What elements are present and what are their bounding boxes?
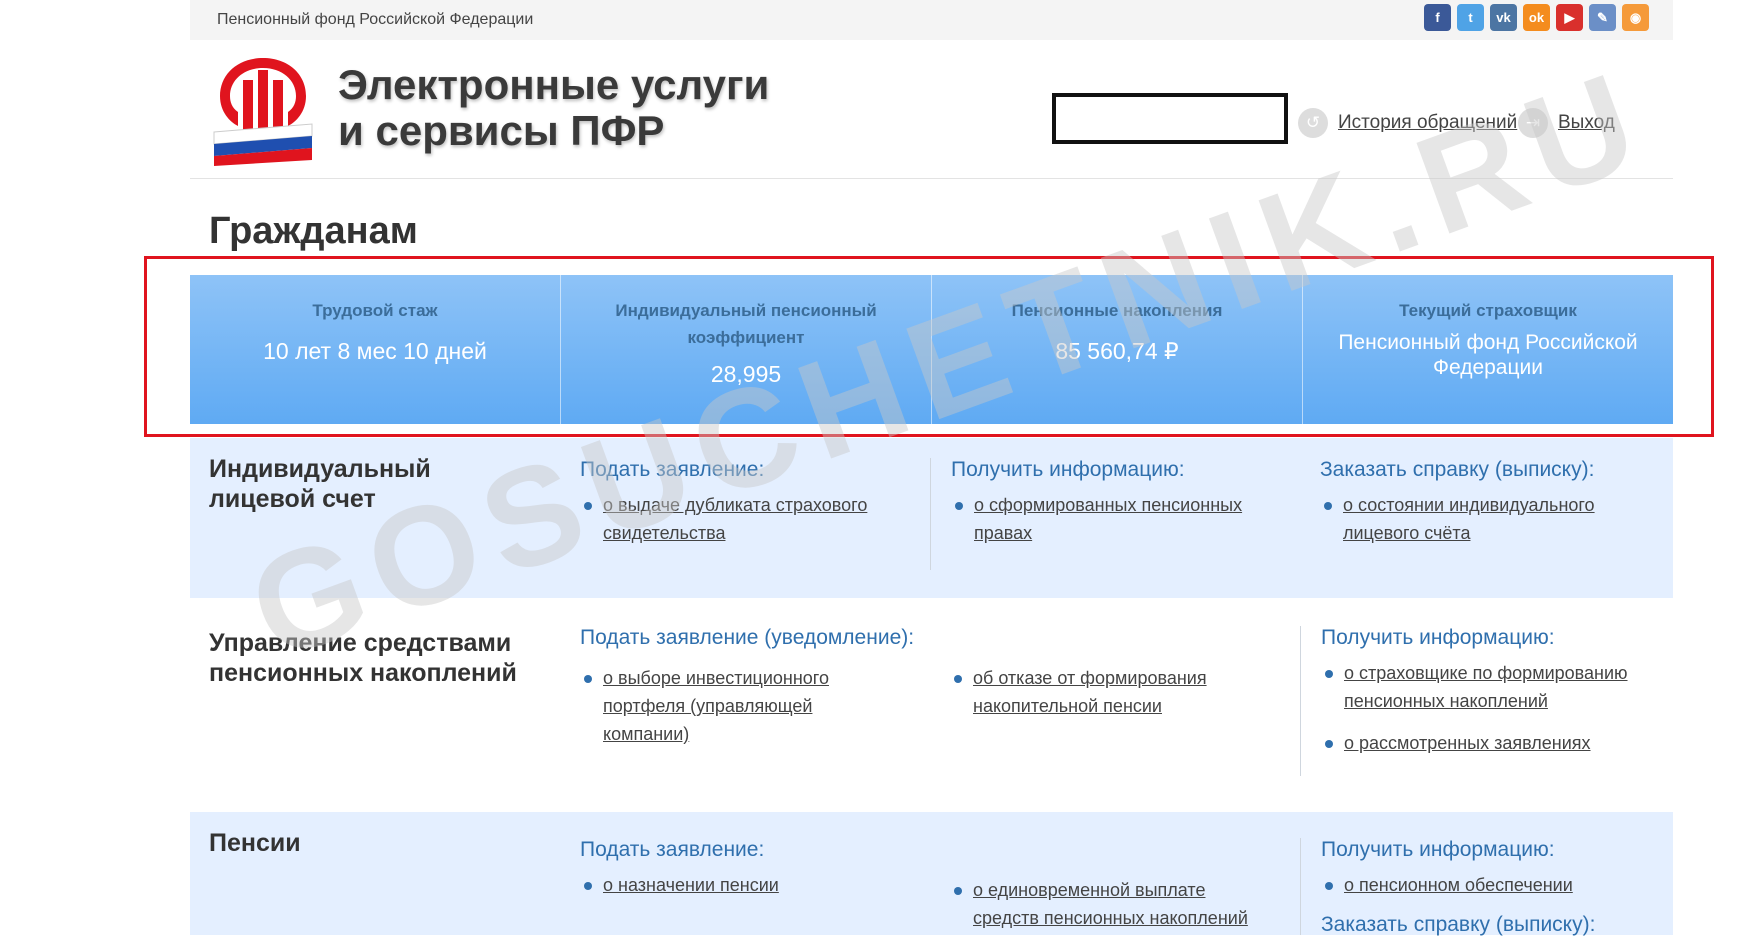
- livejournal-icon[interactable]: ✎: [1589, 4, 1616, 31]
- service-link[interactable]: о состоянии индивидуального лицевого счё…: [1343, 495, 1595, 543]
- col-apply: Подать заявление: о назначении пенсии: [560, 838, 890, 913]
- youtube-icon[interactable]: ▶: [1556, 4, 1583, 31]
- col-heading: Заказать справку (выписку):: [1320, 458, 1595, 481]
- logout-link[interactable]: Выход: [1558, 112, 1615, 134]
- pfr-logo[interactable]: [208, 54, 318, 166]
- link-list: о пенсионном обеспечении: [1321, 871, 1640, 899]
- col-info: Получить информацию: о страховщике по фо…: [1300, 626, 1640, 776]
- page: Пенсионный фонд Российской Федерации f t…: [144, 0, 1714, 936]
- page-title: Гражданам: [209, 210, 418, 252]
- service-link[interactable]: о пенсионном обеспечении: [1344, 875, 1573, 895]
- list-item: о состоянии индивидуального лицевого счё…: [1320, 491, 1630, 547]
- col-apply-a: о выборе инвестиционного портфеля (управ…: [560, 664, 860, 762]
- section-savings-management: Управление средствами пенсионных накопле…: [190, 612, 1673, 807]
- col-heading: Получить информацию:: [1321, 626, 1555, 649]
- link-list: об отказе от формирования накопительной …: [950, 664, 1260, 720]
- link-list: о назначении пенсии: [580, 871, 890, 899]
- header-divider: [190, 178, 1673, 179]
- service-link[interactable]: о сформированных пенсионных правах: [974, 495, 1242, 543]
- col-heading: Подать заявление (уведомление):: [580, 626, 915, 649]
- link-list: о сформированных пенсионных правах: [951, 491, 1260, 547]
- link-list: о выдаче дубликата страхового свидетельс…: [580, 491, 890, 547]
- highlight-frame: [144, 256, 1714, 437]
- section-title: Пенсии: [209, 829, 301, 857]
- col-order: Заказать справку (выписку): о состоянии …: [1300, 458, 1630, 561]
- odnoklassniki-icon[interactable]: ok: [1523, 4, 1550, 31]
- history-link[interactable]: История обращений: [1338, 112, 1517, 134]
- list-item: о единовременной выплате средств пенсион…: [950, 876, 1260, 932]
- col-heading: Получить информацию:: [951, 458, 1185, 481]
- service-link[interactable]: о страховщике по формированию пенсионных…: [1344, 663, 1628, 711]
- section-personal-account: Индивидуальный лицевой счет Подать заявл…: [190, 438, 1673, 598]
- social-links: f t vk ok ▶ ✎ ◉: [1424, 4, 1649, 31]
- col-heading: Подать заявление:: [580, 458, 765, 481]
- link-list: о выборе инвестиционного портфеля (управ…: [580, 664, 860, 748]
- rss-icon[interactable]: ◉: [1622, 4, 1649, 31]
- list-item: о выдаче дубликата страхового свидетельс…: [580, 491, 890, 547]
- service-link[interactable]: об отказе от формирования накопительной …: [973, 668, 1207, 716]
- list-item: о страховщике по формированию пенсионных…: [1321, 659, 1640, 715]
- list-item: об отказе от формирования накопительной …: [950, 664, 1260, 720]
- list-item: о пенсионном обеспечении: [1321, 871, 1640, 899]
- twitter-icon[interactable]: t: [1457, 4, 1484, 31]
- col-heading: Получить информацию:: [1321, 838, 1555, 861]
- service-link[interactable]: о единовременной выплате средств пенсион…: [973, 880, 1248, 928]
- col-heading: Заказать справку (выписку):: [1321, 913, 1596, 936]
- link-list: о страховщике по формированию пенсионных…: [1321, 659, 1640, 757]
- col-apply: Подать заявление: о выдаче дубликата стр…: [560, 458, 890, 561]
- service-link[interactable]: о выборе инвестиционного портфеля (управ…: [603, 668, 829, 744]
- site-title: Электронные услуги и сервисы ПФР: [338, 62, 769, 154]
- col-apply-b: о единовременной выплате средств пенсион…: [930, 876, 1260, 946]
- service-link[interactable]: о рассмотренных заявлениях: [1344, 733, 1591, 753]
- section-pensions: Пенсии Подать заявление: о назначении пе…: [190, 812, 1673, 936]
- list-item: о рассмотренных заявлениях: [1321, 729, 1640, 757]
- facebook-icon[interactable]: f: [1424, 4, 1451, 31]
- list-item: о сформированных пенсионных правах: [951, 491, 1260, 547]
- list-item: о назначении пенсии: [580, 871, 890, 899]
- col-heading: Подать заявление:: [580, 838, 765, 861]
- col-info: Получить информацию: о сформированных пе…: [930, 458, 1260, 570]
- list-item: о выборе инвестиционного портфеля (управ…: [580, 664, 860, 748]
- logout-link-group[interactable]: ⇥ Выход: [1518, 108, 1615, 138]
- history-icon: ↺: [1298, 108, 1328, 138]
- section-title: Индивидуальный лицевой счет: [209, 455, 431, 513]
- top-bar: Пенсионный фонд Российской Федерации f t…: [190, 0, 1673, 40]
- user-name-box[interactable]: [1052, 93, 1288, 144]
- site-title-line2: и сервисы ПФР: [338, 107, 665, 154]
- col-info: Получить информацию: о пенсионном обеспе…: [1300, 838, 1640, 936]
- vk-icon[interactable]: vk: [1490, 4, 1517, 31]
- logout-icon: ⇥: [1518, 108, 1548, 138]
- link-list: о состоянии индивидуального лицевого счё…: [1320, 491, 1630, 547]
- site-title-line1: Электронные услуги: [338, 61, 770, 108]
- service-link[interactable]: о выдаче дубликата страхового свидетельс…: [603, 495, 867, 543]
- section-title: Управление средствами пенсионных накопле…: [209, 629, 517, 687]
- history-link-group[interactable]: ↺ История обращений: [1298, 108, 1517, 138]
- col-apply-b: об отказе от формирования накопительной …: [930, 664, 1260, 734]
- link-list: о единовременной выплате средств пенсион…: [950, 876, 1260, 932]
- org-name: Пенсионный фонд Российской Федерации: [217, 11, 534, 28]
- service-link[interactable]: о назначении пенсии: [603, 875, 779, 895]
- col-apply: Подать заявление (уведомление):: [560, 626, 1300, 659]
